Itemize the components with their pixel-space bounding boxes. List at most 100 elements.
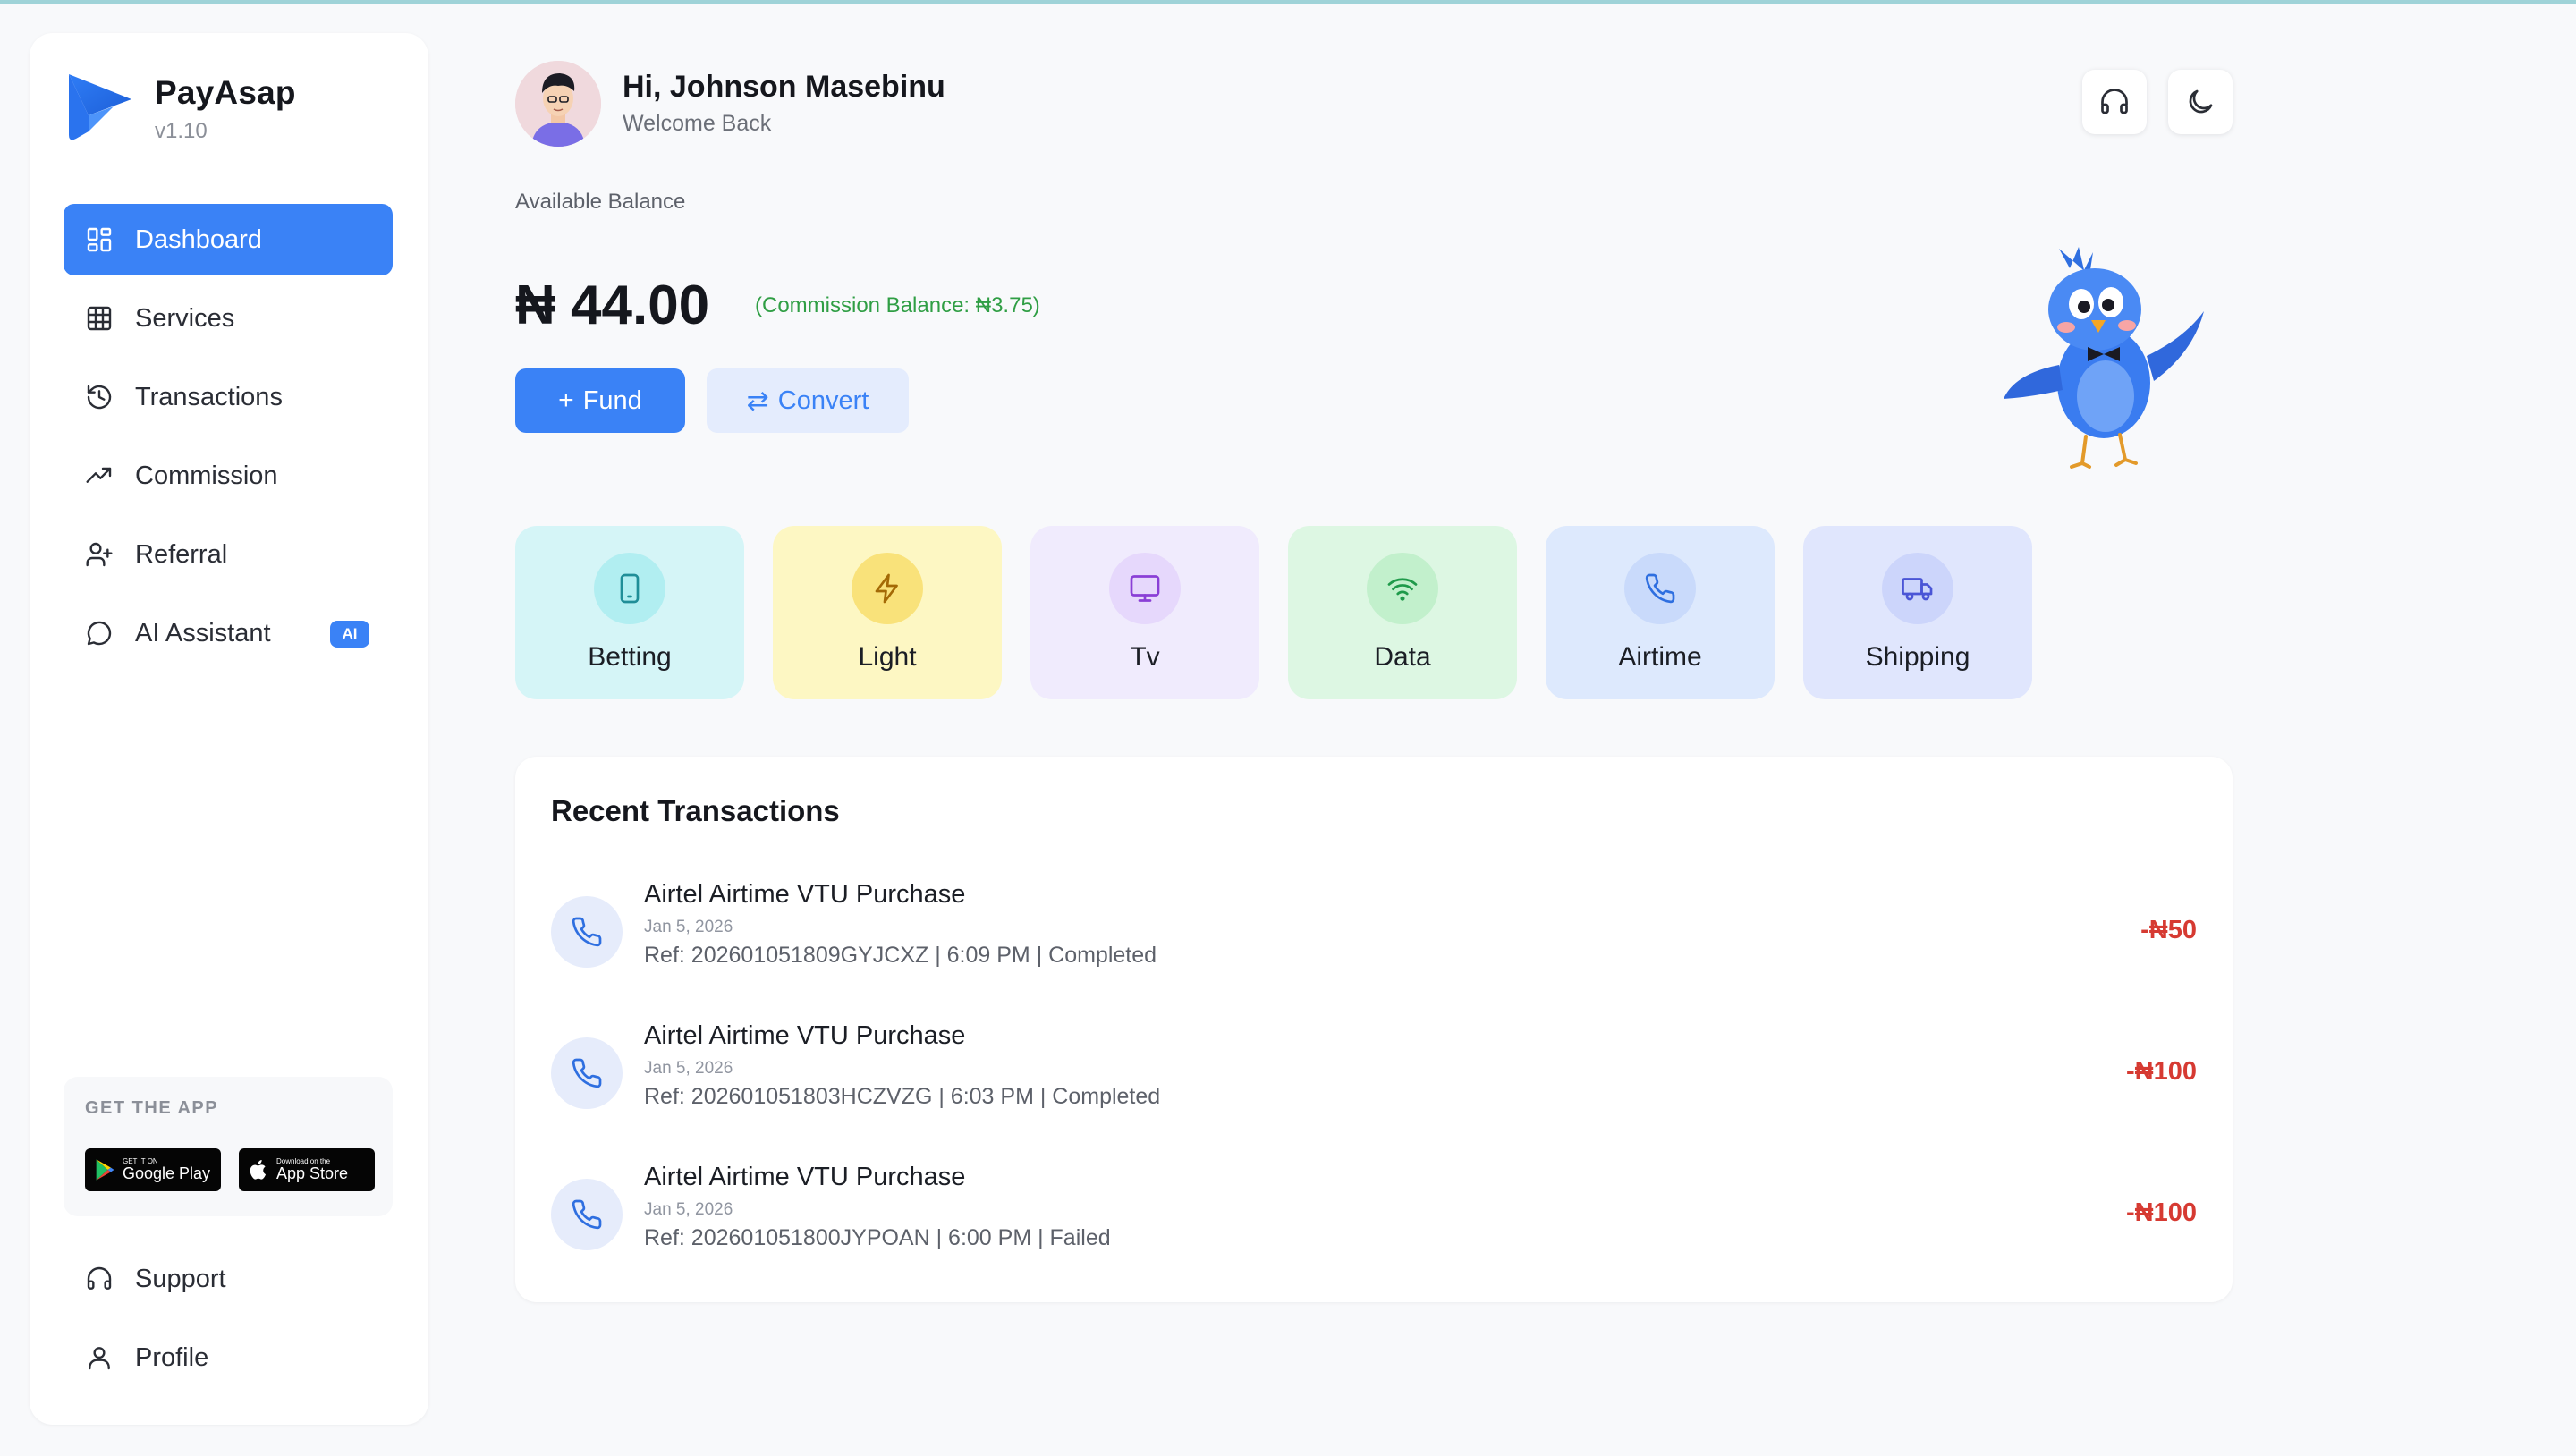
- greeting-subtitle: Welcome Back: [623, 111, 772, 136]
- get-the-app-title: GET THE APP: [85, 1098, 219, 1118]
- fund-button[interactable]: + Fund: [515, 368, 685, 433]
- grid-icon: [87, 306, 112, 331]
- history-icon: [87, 385, 112, 410]
- monitor-icon: [1130, 575, 1160, 602]
- service-tile-betting[interactable]: Betting: [515, 526, 744, 699]
- nav-item-services[interactable]: Services: [64, 283, 393, 354]
- tx-icon-circle: [551, 896, 623, 968]
- google-play-icon: [96, 1159, 114, 1181]
- tx-ref: Ref: 202601051803HCZVZG | 6:03 PM | Comp…: [644, 1084, 1161, 1109]
- phone-icon: [1645, 573, 1675, 604]
- tile-label: Airtime: [1618, 642, 1702, 672]
- tile-icon-circle: [852, 553, 923, 624]
- moon-icon: [2189, 89, 2213, 114]
- phone-icon: [572, 1058, 602, 1088]
- top-border: [0, 0, 2576, 4]
- tile-label: Tv: [1130, 642, 1160, 672]
- service-tile-tv[interactable]: Tv: [1030, 526, 1259, 699]
- phone-icon: [572, 1199, 602, 1230]
- app-version: v1.10: [155, 119, 208, 143]
- tx-date: Jan 5, 2026: [644, 1059, 733, 1078]
- nav-item-dashboard[interactable]: Dashboard: [64, 204, 393, 275]
- bottom-nav: Support Profile: [64, 1243, 393, 1401]
- nav-item-referral[interactable]: Referral: [64, 519, 393, 590]
- fund-label: Fund: [582, 385, 642, 415]
- wifi-icon: [1387, 578, 1418, 601]
- tx-ref: Ref: 202601051809GYJCXZ | 6:09 PM | Comp…: [644, 943, 1157, 968]
- tile-label: Data: [1374, 642, 1431, 672]
- service-tile-data[interactable]: Data: [1288, 526, 1517, 699]
- tx-icon-circle: [551, 1179, 623, 1250]
- get-the-app-card: GET THE APP GET IT ON Google Play Downlo…: [64, 1077, 393, 1216]
- convert-button[interactable]: ⇄ Convert: [707, 368, 909, 433]
- nav-label: AI Assistant: [135, 618, 271, 648]
- tile-icon-circle: [594, 553, 665, 624]
- tile-icon-circle: [1109, 553, 1181, 624]
- greeting-name: Hi, Johnson Masebinu: [623, 70, 945, 104]
- service-tile-light[interactable]: Light: [773, 526, 1002, 699]
- ai-badge: AI: [330, 621, 369, 648]
- nav-item-commission[interactable]: Commission: [64, 440, 393, 512]
- nav-item-ai-assistant[interactable]: AI Assistant AI: [64, 597, 393, 669]
- phone-device-icon: [620, 573, 640, 604]
- google-play-button[interactable]: GET IT ON Google Play: [85, 1148, 221, 1191]
- lightning-icon: [875, 573, 898, 604]
- brand-name: PayAsap: [155, 74, 296, 111]
- google-play-text: Google Play: [123, 1164, 211, 1182]
- nav-label: Transactions: [135, 382, 283, 411]
- support-button[interactable]: [2082, 70, 2147, 134]
- sidebar: PayAsap v1.10 Dashboard Services Transac…: [30, 33, 428, 1425]
- recent-transactions-card: Recent Transactions Airtel Airtime VTU P…: [515, 757, 2233, 1302]
- transaction-row[interactable]: Airtel Airtime VTU Purchase Jan 5, 2026 …: [551, 1021, 2197, 1125]
- bird-mascot-icon: [2004, 247, 2204, 469]
- tile-label: Light: [858, 642, 917, 672]
- nav-label: Profile: [135, 1342, 209, 1372]
- tx-amount: -₦100: [2126, 1057, 2197, 1086]
- transaction-row[interactable]: Airtel Airtime VTU Purchase Jan 5, 2026 …: [551, 880, 2197, 984]
- tx-amount: -₦50: [2140, 916, 2197, 944]
- service-tile-shipping[interactable]: Shipping: [1803, 526, 2032, 699]
- balance-amount: ₦ 44.00: [515, 275, 710, 336]
- tx-name: Airtel Airtime VTU Purchase: [644, 1021, 966, 1050]
- swap-arrows-icon: ⇄: [746, 385, 769, 416]
- avatar[interactable]: [515, 61, 601, 147]
- tx-date: Jan 5, 2026: [644, 918, 733, 936]
- chat-icon: [87, 621, 112, 646]
- tx-name: Airtel Airtime VTU Purchase: [644, 1163, 966, 1191]
- tx-ref: Ref: 202601051800JYPOAN | 6:00 PM | Fail…: [644, 1225, 1111, 1250]
- tile-icon-circle: [1882, 553, 1953, 624]
- plus-icon: +: [558, 385, 574, 415]
- convert-label: Convert: [777, 385, 869, 415]
- tx-name: Airtel Airtime VTU Purchase: [644, 880, 966, 909]
- brand[interactable]: PayAsap v1.10: [62, 69, 296, 144]
- user-icon: [89, 1347, 110, 1370]
- nav-label: Commission: [135, 461, 278, 490]
- commission-balance: (Commission Balance: ₦3.75): [755, 293, 1040, 317]
- nav-label: Support: [135, 1264, 226, 1293]
- available-balance-label: Available Balance: [515, 190, 686, 214]
- tx-date: Jan 5, 2026: [644, 1200, 733, 1219]
- headset-icon: [87, 1266, 112, 1290]
- apple-icon: [250, 1160, 267, 1180]
- tile-icon-circle: [1624, 553, 1696, 624]
- transaction-row[interactable]: Airtel Airtime VTU Purchase Jan 5, 2026 …: [551, 1163, 2197, 1266]
- dashboard-icon: [87, 227, 112, 252]
- nav-item-profile[interactable]: Profile: [64, 1322, 393, 1393]
- app-store-text: App Store: [276, 1164, 349, 1182]
- nav-label: Dashboard: [135, 224, 262, 254]
- trending-up-icon: [86, 467, 112, 483]
- service-tile-airtime[interactable]: Airtime: [1546, 526, 1775, 699]
- tile-label: Betting: [588, 642, 672, 672]
- nav-item-support[interactable]: Support: [64, 1243, 393, 1315]
- headset-icon: [2101, 89, 2128, 114]
- tile-icon-circle: [1367, 553, 1438, 624]
- recent-transactions-title: Recent Transactions: [551, 794, 840, 827]
- app-store-button[interactable]: Download on the App Store: [239, 1148, 375, 1191]
- payasap-logo-icon: [69, 74, 131, 140]
- truck-icon: [1902, 578, 1933, 601]
- theme-toggle-button[interactable]: [2168, 70, 2233, 134]
- nav-item-transactions[interactable]: Transactions: [64, 361, 393, 433]
- nav-label: Services: [135, 303, 235, 333]
- avatar-illustration-icon: [515, 61, 601, 147]
- tile-label: Shipping: [1865, 642, 1970, 672]
